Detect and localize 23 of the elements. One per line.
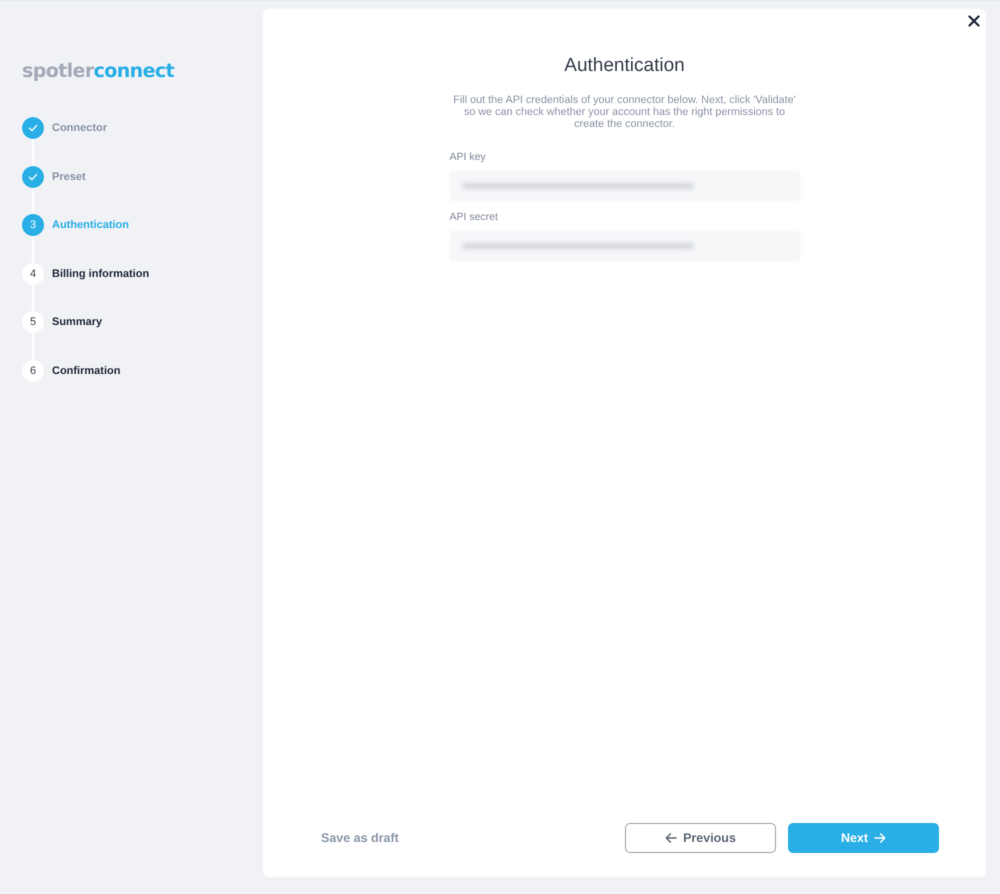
- dialog-title: Authentication: [564, 54, 685, 78]
- step-label[interactable]: Authentication: [52, 219, 129, 231]
- field-label: API key: [450, 150, 487, 164]
- close-icon[interactable]: [968, 15, 980, 27]
- step-number: 4: [22, 262, 44, 284]
- arrow-left-icon: [665, 832, 678, 844]
- step-label[interactable]: Confirmation: [52, 364, 120, 376]
- step-number: 6: [22, 360, 44, 382]
- arrow-right-icon: [874, 832, 886, 844]
- previous-button[interactable]: Previous: [625, 823, 776, 853]
- input-field[interactable]: [450, 231, 800, 261]
- save-draft-link[interactable]: Save as draft: [321, 831, 399, 845]
- input-field[interactable]: [450, 171, 800, 201]
- step-number: 5: [22, 311, 44, 333]
- next-button[interactable]: Next: [788, 823, 939, 853]
- field-label: API secret: [450, 210, 499, 224]
- step-label[interactable]: Connector: [52, 122, 107, 134]
- step-label[interactable]: Billing information: [52, 268, 150, 280]
- step-label[interactable]: Summary: [52, 316, 102, 328]
- step-label[interactable]: Preset: [52, 170, 86, 182]
- step-number: 3: [22, 214, 44, 236]
- logo: spotlerconnect: [22, 60, 174, 82]
- description-text: Fill out the API credentials of your connector below. Next, click 'Validate' so we can check whether your account has the right permissions to create the connector.: [452, 94, 797, 130]
